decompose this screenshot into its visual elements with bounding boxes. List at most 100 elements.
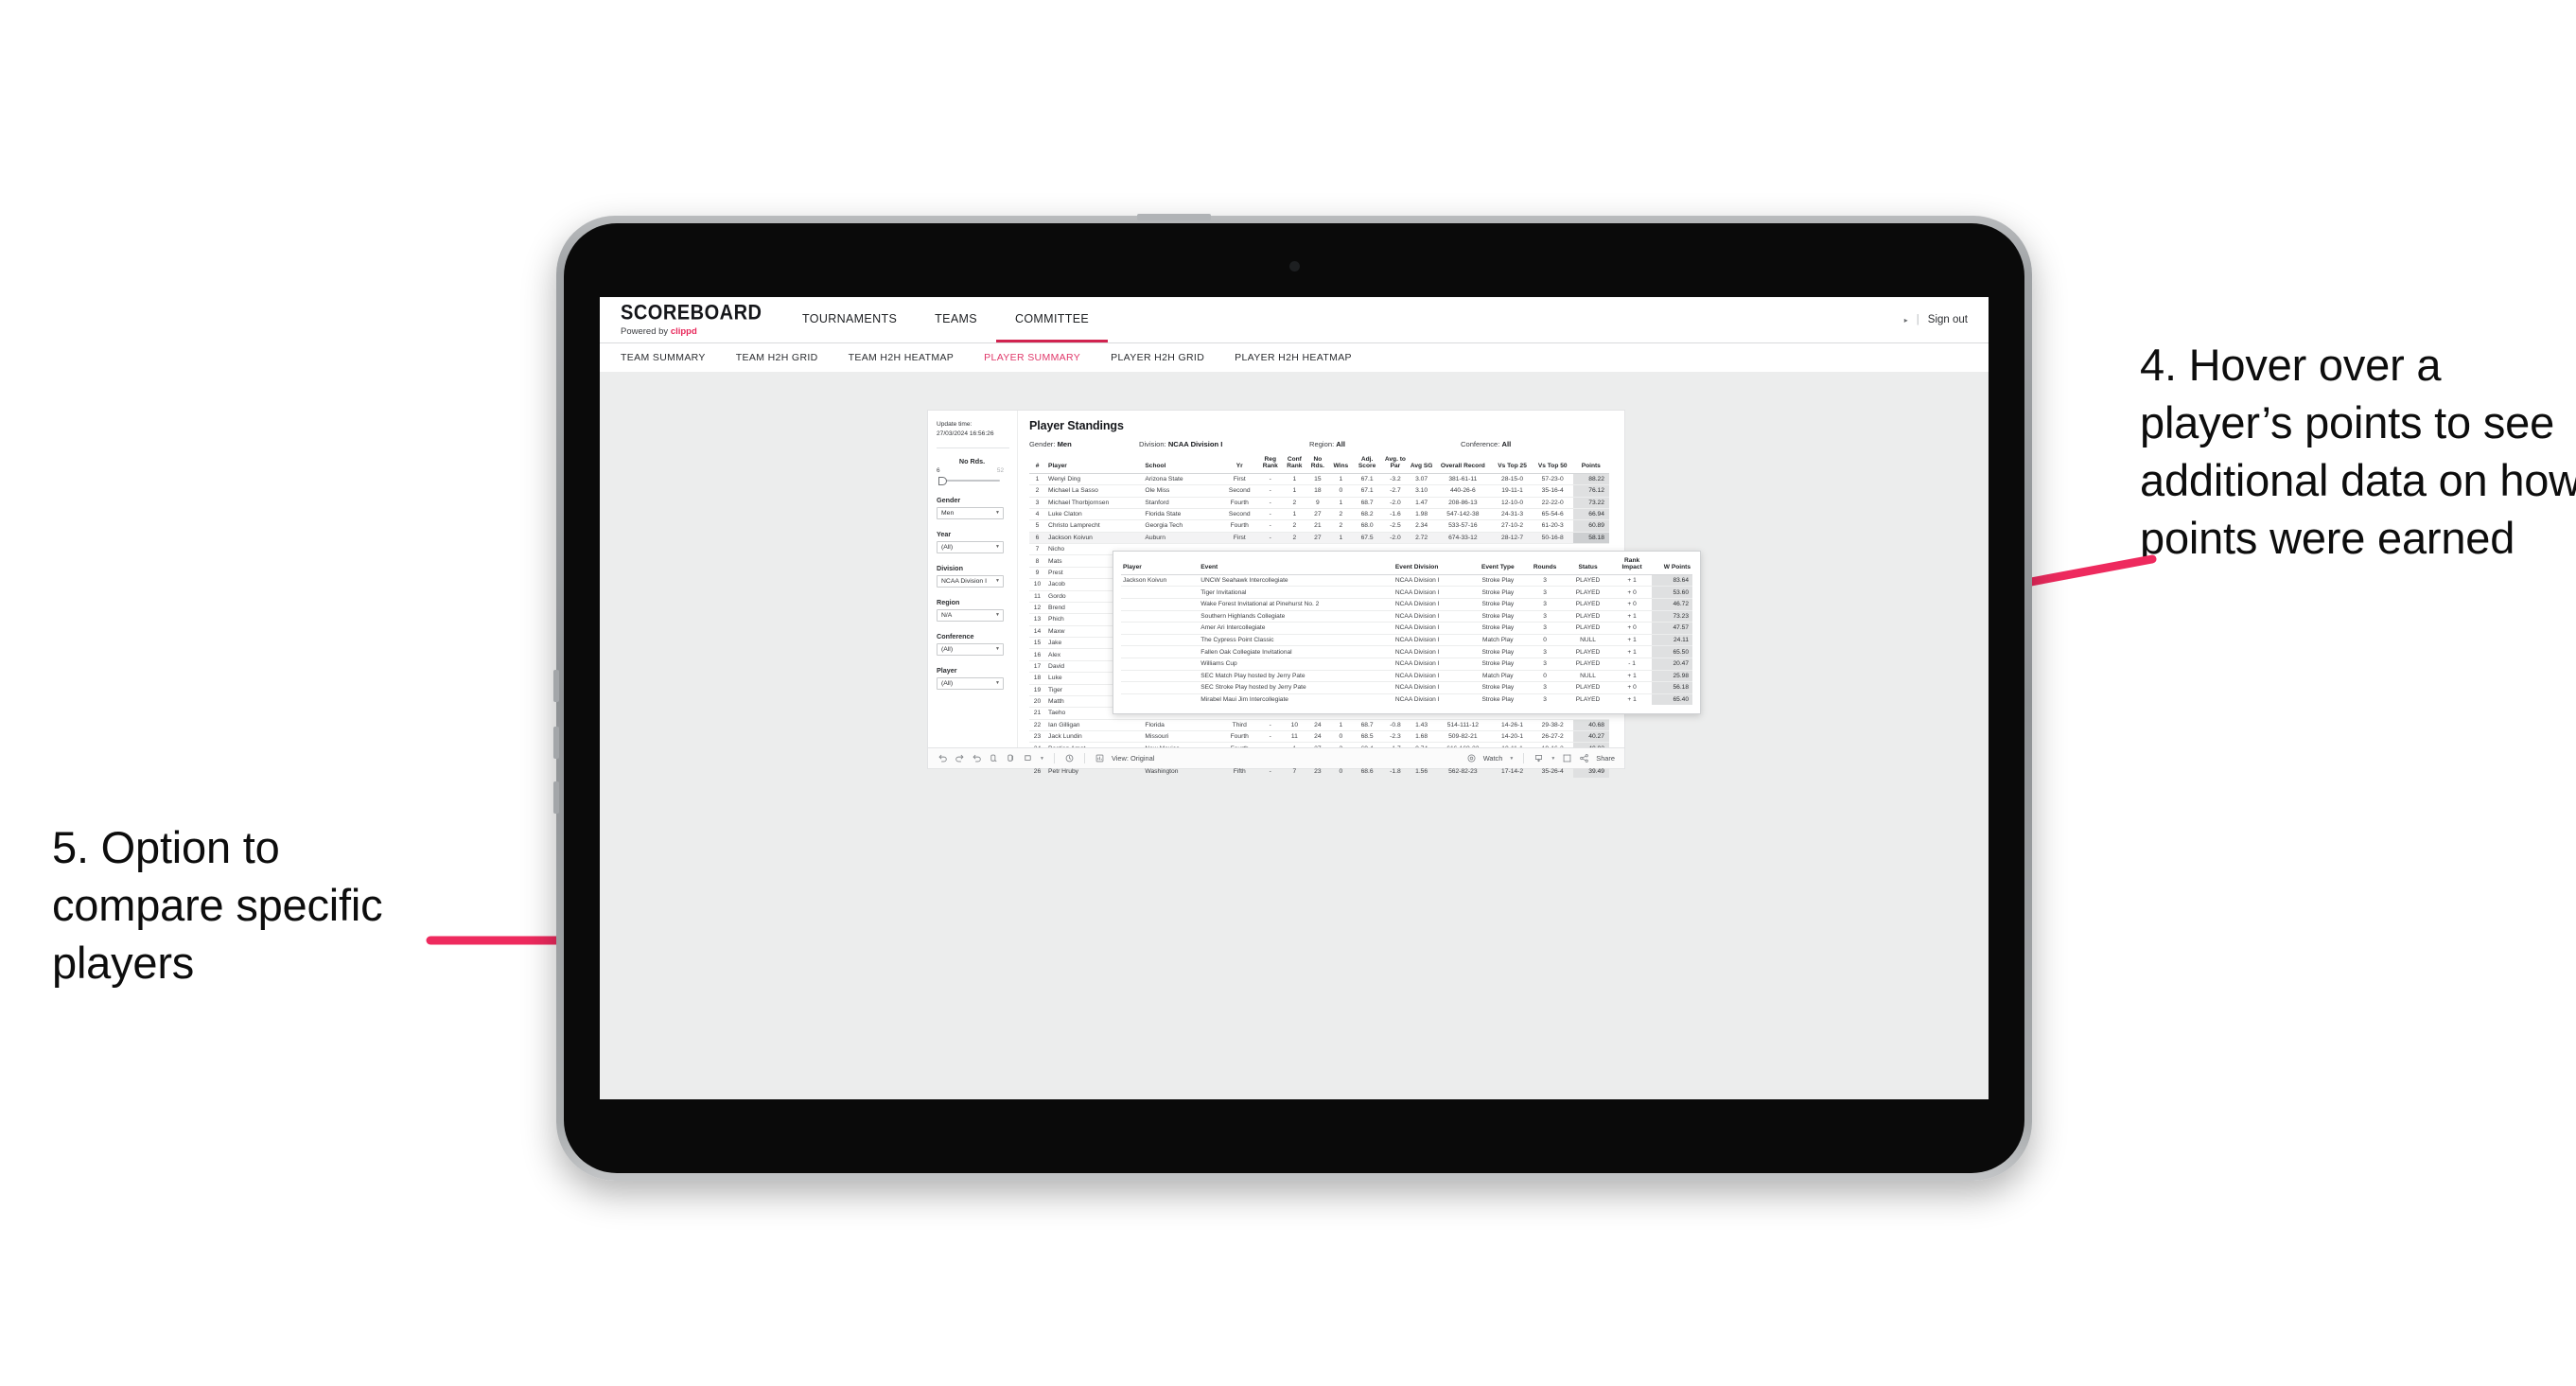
slider-handle[interactable] <box>938 476 947 485</box>
filter-division-select[interactable]: NCAA Division I ▼ <box>937 574 1004 588</box>
column-header[interactable]: School <box>1142 456 1221 474</box>
sign-out-link[interactable]: Sign out <box>1928 314 1968 325</box>
chevron-right-icon[interactable]: ▸ <box>1904 316 1908 325</box>
column-header[interactable]: Player <box>1045 456 1143 474</box>
nav-item-teams[interactable]: TEAMS <box>916 297 996 342</box>
points-cell[interactable]: 60.89 <box>1572 519 1609 533</box>
view-icon[interactable] <box>1095 753 1105 763</box>
column-header[interactable]: Vs Top 25 <box>1492 456 1533 474</box>
tab-team-summary[interactable]: TEAM SUMMARY <box>600 352 721 363</box>
points-cell[interactable]: 66.94 <box>1572 508 1609 521</box>
filter-gender: Gender Men ▼ <box>937 496 1017 519</box>
tooltip-cell: Stroke Play <box>1469 574 1527 588</box>
update-time: Update time: 27/03/2024 16:56:26 <box>937 420 1017 439</box>
chevron-down-icon[interactable]: ▼ <box>1040 756 1044 762</box>
table-cell: 3.07 <box>1409 473 1434 486</box>
column-header[interactable]: Yr <box>1220 456 1258 474</box>
tab-player-summary[interactable]: PLAYER SUMMARY <box>969 352 1095 363</box>
table-row[interactable]: 23 Jack Lundin Missouri Fourth -11 24 0 68.5 -2.… <box>1029 730 1609 744</box>
power-button[interactable] <box>1137 214 1211 220</box>
filter-year-select[interactable]: (All) ▼ <box>937 540 1004 553</box>
column-header[interactable]: Overall Record <box>1433 456 1493 474</box>
table-row[interactable]: 6 Jackson Koivun Auburn First -2 27 1 67.5 -2.0 2… <box>1029 532 1609 545</box>
table-cell: Second <box>1220 484 1258 498</box>
table-row[interactable]: 3 Michael Thorbjornsen Stanford Fourth -2 9 1 6… <box>1029 497 1609 509</box>
tooltip-row: Wake Forest Invitational at Pinehurst No… <box>1121 598 1692 611</box>
filter-gender-select[interactable]: Men ▼ <box>937 506 1004 519</box>
reset-icon[interactable] <box>1064 753 1075 763</box>
watch-icon[interactable] <box>1466 753 1477 763</box>
table-cell: 68.7 <box>1353 719 1381 732</box>
revert-icon[interactable] <box>972 753 982 763</box>
table-cell: Florida <box>1142 719 1221 732</box>
tooltip-cell: NCAA Division I <box>1393 645 1469 658</box>
column-header[interactable]: Wins <box>1328 456 1354 474</box>
refresh-icon[interactable] <box>989 753 999 763</box>
points-cell[interactable]: 58.18 <box>1572 532 1609 545</box>
points-cell[interactable]: 73.22 <box>1572 497 1609 509</box>
view-label[interactable]: View: Original <box>1112 754 1154 763</box>
fullscreen-icon[interactable] <box>1562 753 1572 763</box>
table-row[interactable]: 5 Christo Lamprecht Georgia Tech Fourth -2 21… <box>1029 519 1609 533</box>
redo-icon[interactable] <box>955 753 965 763</box>
column-header[interactable]: # <box>1029 456 1046 474</box>
volume-button-2[interactable] <box>553 727 559 759</box>
chevron-down-icon[interactable]: ▼ <box>1551 756 1555 762</box>
points-cell[interactable]: 40.27 <box>1572 730 1609 744</box>
no-rounds-label: No Rds. <box>958 456 986 465</box>
undo-icon[interactable] <box>938 753 948 763</box>
tooltip-cell: + 1 <box>1612 610 1652 623</box>
volume-button-1[interactable] <box>553 670 559 702</box>
column-header[interactable]: Points <box>1572 456 1609 474</box>
share-label[interactable]: Share <box>1596 754 1615 763</box>
table-cell: -2.5 <box>1381 519 1410 533</box>
table-row[interactable]: 2 Michael La Sasso Ole Miss Second -1 18 0 67.1… <box>1029 484 1609 498</box>
watch-label[interactable]: Watch <box>1483 754 1503 763</box>
column-header[interactable]: No Rds. <box>1306 456 1329 474</box>
column-header[interactable]: Conf Rank <box>1282 456 1307 474</box>
tooltip-cell: Wake Forest Invitational at Pinehurst No… <box>1199 598 1393 611</box>
download-icon[interactable] <box>1533 753 1544 763</box>
tooltip-cell: Stroke Play <box>1469 610 1527 623</box>
filter-divider <box>937 447 1009 448</box>
filter-region-select[interactable]: N/A ▼ <box>937 608 1004 622</box>
tab-player-h2h-heatmap[interactable]: PLAYER H2H HEATMAP <box>1219 352 1367 363</box>
points-cell[interactable]: 40.68 <box>1572 719 1609 732</box>
column-header[interactable]: Reg Rank <box>1257 456 1283 474</box>
tooltip-cell: Stroke Play <box>1469 658 1527 671</box>
table-row[interactable]: 22 Ian Gilligan Florida Third -10 24 1 68.7 -0.8… <box>1029 719 1609 732</box>
nav-item-committee[interactable]: COMMITTEE <box>995 297 1109 342</box>
brand-tagline: Powered by clippd <box>621 327 762 337</box>
tooltip-cell: - 1 <box>1612 658 1652 671</box>
tooltip-cell: 0 <box>1526 634 1564 647</box>
tab-team-h2h-grid[interactable]: TEAM H2H GRID <box>721 352 833 363</box>
tooltip-column-header: Rounds <box>1526 557 1564 575</box>
table-row[interactable]: 1 Wenyi Ding Arizona State First -1 15 1 67.1 -3… <box>1029 473 1609 486</box>
filter-conference-select[interactable]: (All) ▼ <box>937 642 1004 656</box>
points-cell[interactable]: 76.12 <box>1572 484 1609 498</box>
table-cell: 67.1 <box>1353 473 1381 486</box>
share-icon[interactable] <box>1579 753 1589 763</box>
nav-item-tournaments[interactable]: TOURNAMENTS <box>783 297 916 342</box>
pause-icon[interactable] <box>1006 753 1016 763</box>
filter-player-select[interactable]: (All) ▼ <box>937 676 1004 690</box>
points-cell[interactable]: 88.22 <box>1572 473 1609 486</box>
tab-team-h2h-heatmap[interactable]: TEAM H2H HEATMAP <box>833 352 970 363</box>
column-header[interactable]: Adj. Score <box>1353 456 1381 474</box>
column-header[interactable]: Avg SG <box>1409 456 1434 474</box>
column-header[interactable]: Vs Top 50 <box>1532 456 1573 474</box>
no-rounds-slider[interactable] <box>937 476 1004 485</box>
chevron-down-icon[interactable]: ▼ <box>1509 756 1514 762</box>
table-cell: 50-16-8 <box>1532 532 1573 545</box>
tab-player-h2h-grid[interactable]: PLAYER H2H GRID <box>1095 352 1219 363</box>
column-header[interactable]: Avg. to Par <box>1381 456 1410 474</box>
tooltip-cell: Stroke Play <box>1469 586 1527 599</box>
alert-icon[interactable] <box>1023 753 1033 763</box>
tooltip-cell: Stroke Play <box>1469 645 1527 658</box>
table-row[interactable]: 4 Luke Claton Florida State Second -1 27 2 68.2… <box>1029 508 1609 521</box>
table-cell: 15 <box>1306 473 1329 486</box>
brand-logo[interactable]: SCOREBOARD Powered by clippd <box>600 297 762 342</box>
volume-button-3[interactable] <box>553 781 559 814</box>
chevron-down-icon: ▼ <box>995 612 1000 619</box>
table-cell: 24 <box>1306 730 1329 744</box>
